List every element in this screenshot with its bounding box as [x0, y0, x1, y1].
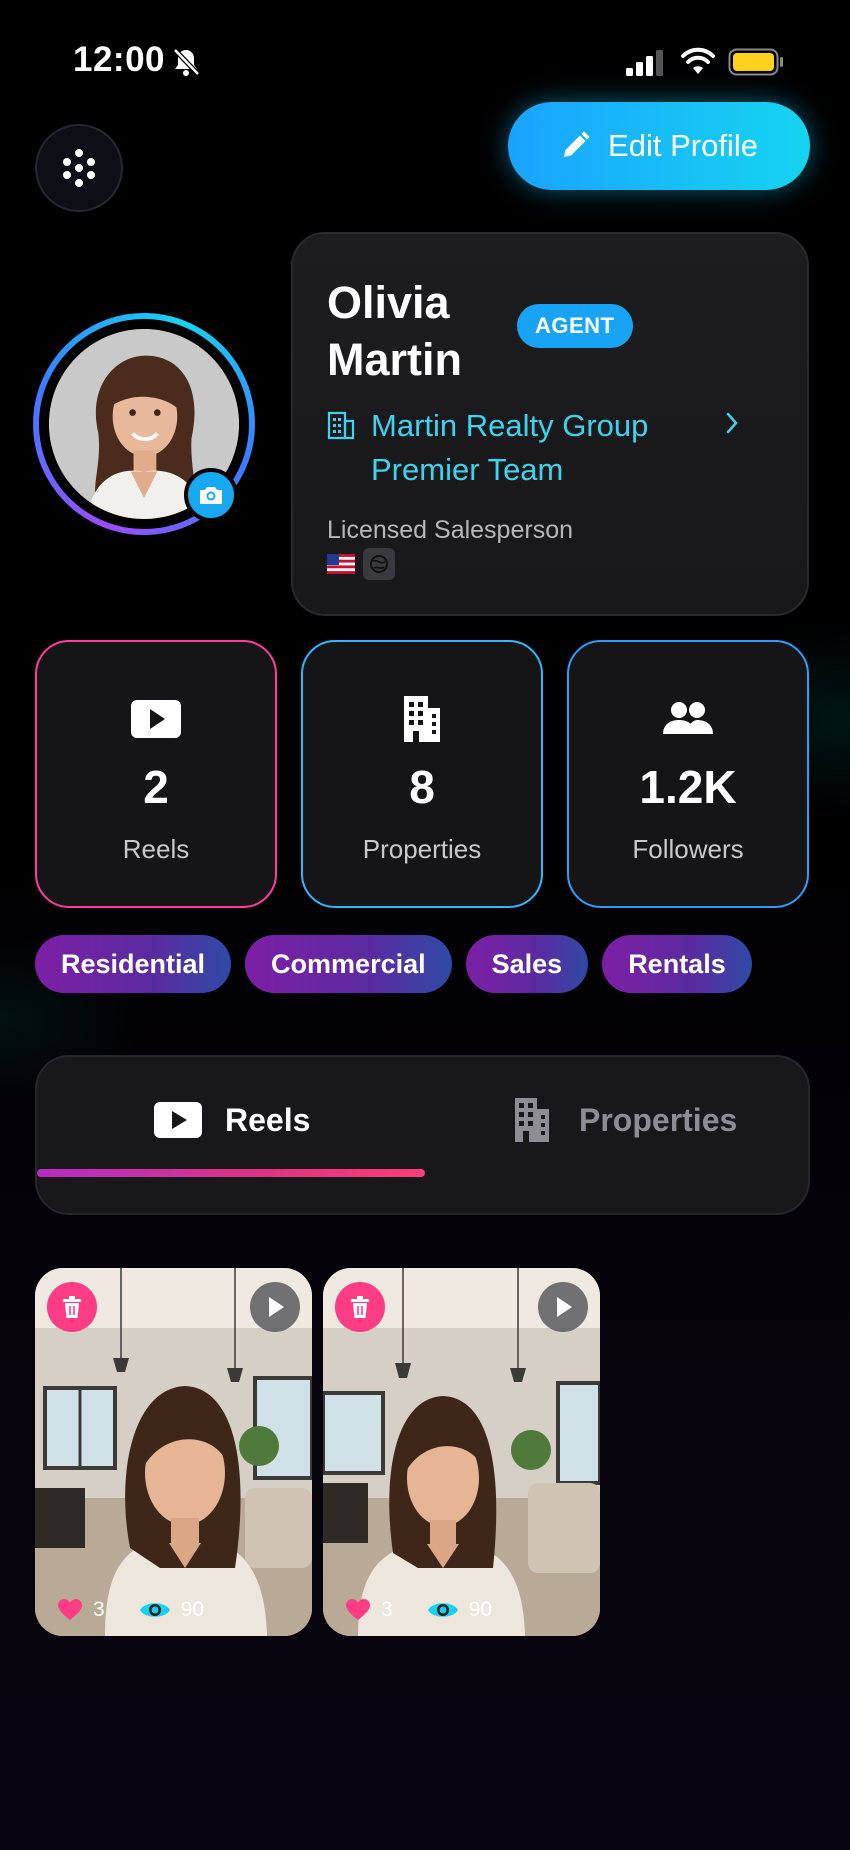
- reel-card[interactable]: 3 90: [323, 1268, 600, 1636]
- battery-icon: [728, 48, 783, 76]
- chevron-right-icon: [726, 412, 738, 434]
- profile-info-card: Olivia Martin AGENT Martin Realty Group …: [291, 232, 809, 616]
- delete-reel-button[interactable]: [335, 1282, 385, 1332]
- tag-rentals[interactable]: Rentals: [602, 935, 752, 993]
- trash-icon: [351, 1296, 369, 1318]
- dots-menu-icon: [63, 149, 95, 187]
- followers-icon: [663, 702, 713, 734]
- like-count: 3: [93, 1598, 105, 1621]
- view-count: 90: [468, 1598, 493, 1621]
- eye-icon: [139, 1603, 170, 1617]
- building-icon: [327, 411, 355, 440]
- trash-icon: [63, 1296, 81, 1318]
- language-flags: [327, 548, 395, 580]
- bell-off-icon: [173, 48, 200, 76]
- play-reel-button[interactable]: [538, 1282, 588, 1332]
- tab-label: Reels: [225, 1101, 311, 1138]
- play-reel-button[interactable]: [250, 1282, 300, 1332]
- company-name: Martin Realty Group Premier Team: [371, 408, 649, 487]
- tab-properties[interactable]: Properties: [507, 1095, 737, 1145]
- play-icon: [557, 1297, 572, 1317]
- camera-icon: [200, 487, 222, 504]
- stat-card-properties[interactable]: 8 Properties: [301, 640, 543, 908]
- tag-commercial[interactable]: Commercial: [245, 935, 452, 993]
- menu-button[interactable]: [35, 124, 123, 212]
- building-icon: [404, 696, 440, 742]
- pencil-icon: [564, 131, 590, 157]
- agent-badge: AGENT: [517, 304, 633, 348]
- stat-card-followers[interactable]: 1.2K Followers: [567, 640, 809, 908]
- stat-value: 1.2K: [639, 761, 737, 813]
- specialty-tags: Residential Commercial Sales Rentals: [35, 935, 752, 993]
- change-photo-button[interactable]: [184, 468, 238, 522]
- stat-label: Reels: [122, 834, 190, 864]
- tag-residential[interactable]: Residential: [35, 935, 232, 993]
- tab-label: Properties: [579, 1101, 738, 1138]
- heart-icon: [58, 1599, 82, 1620]
- reel-stats: 3 90: [345, 1598, 492, 1622]
- building-icon: [515, 1098, 549, 1142]
- eye-icon: [427, 1603, 458, 1617]
- language-chip-icon: [363, 548, 395, 580]
- tab-reels[interactable]: Reels: [153, 1095, 310, 1145]
- status-time: 12:00: [73, 40, 166, 79]
- tag-sales[interactable]: Sales: [465, 935, 589, 993]
- wifi-icon: [681, 47, 715, 74]
- reel-stats: 3 90: [57, 1598, 204, 1622]
- us-flag-icon: [327, 554, 355, 574]
- edit-profile-label: Edit Profile: [608, 128, 758, 163]
- play-icon: [131, 700, 181, 738]
- view-count: 90: [180, 1598, 205, 1621]
- active-tab-indicator: [37, 1169, 425, 1177]
- edit-profile-button[interactable]: Edit Profile: [508, 102, 810, 190]
- play-icon: [154, 1102, 202, 1138]
- content-tabs: Reels Properties: [35, 1055, 810, 1215]
- stat-card-reels[interactable]: 2 Reels: [35, 640, 277, 908]
- stat-label: Properties: [362, 834, 482, 864]
- like-count: 3: [381, 1598, 393, 1621]
- license-title: Licensed Salesperson: [327, 516, 573, 544]
- reel-card[interactable]: 3 90: [35, 1268, 312, 1636]
- stat-value: 8: [409, 761, 435, 813]
- delete-reel-button[interactable]: [47, 1282, 97, 1332]
- profile-name: Olivia Martin: [327, 277, 462, 385]
- stat-label: Followers: [632, 834, 744, 864]
- signal-icon: [626, 50, 663, 76]
- heart-icon: [346, 1599, 370, 1620]
- stat-value: 2: [143, 761, 169, 813]
- play-icon: [269, 1297, 284, 1317]
